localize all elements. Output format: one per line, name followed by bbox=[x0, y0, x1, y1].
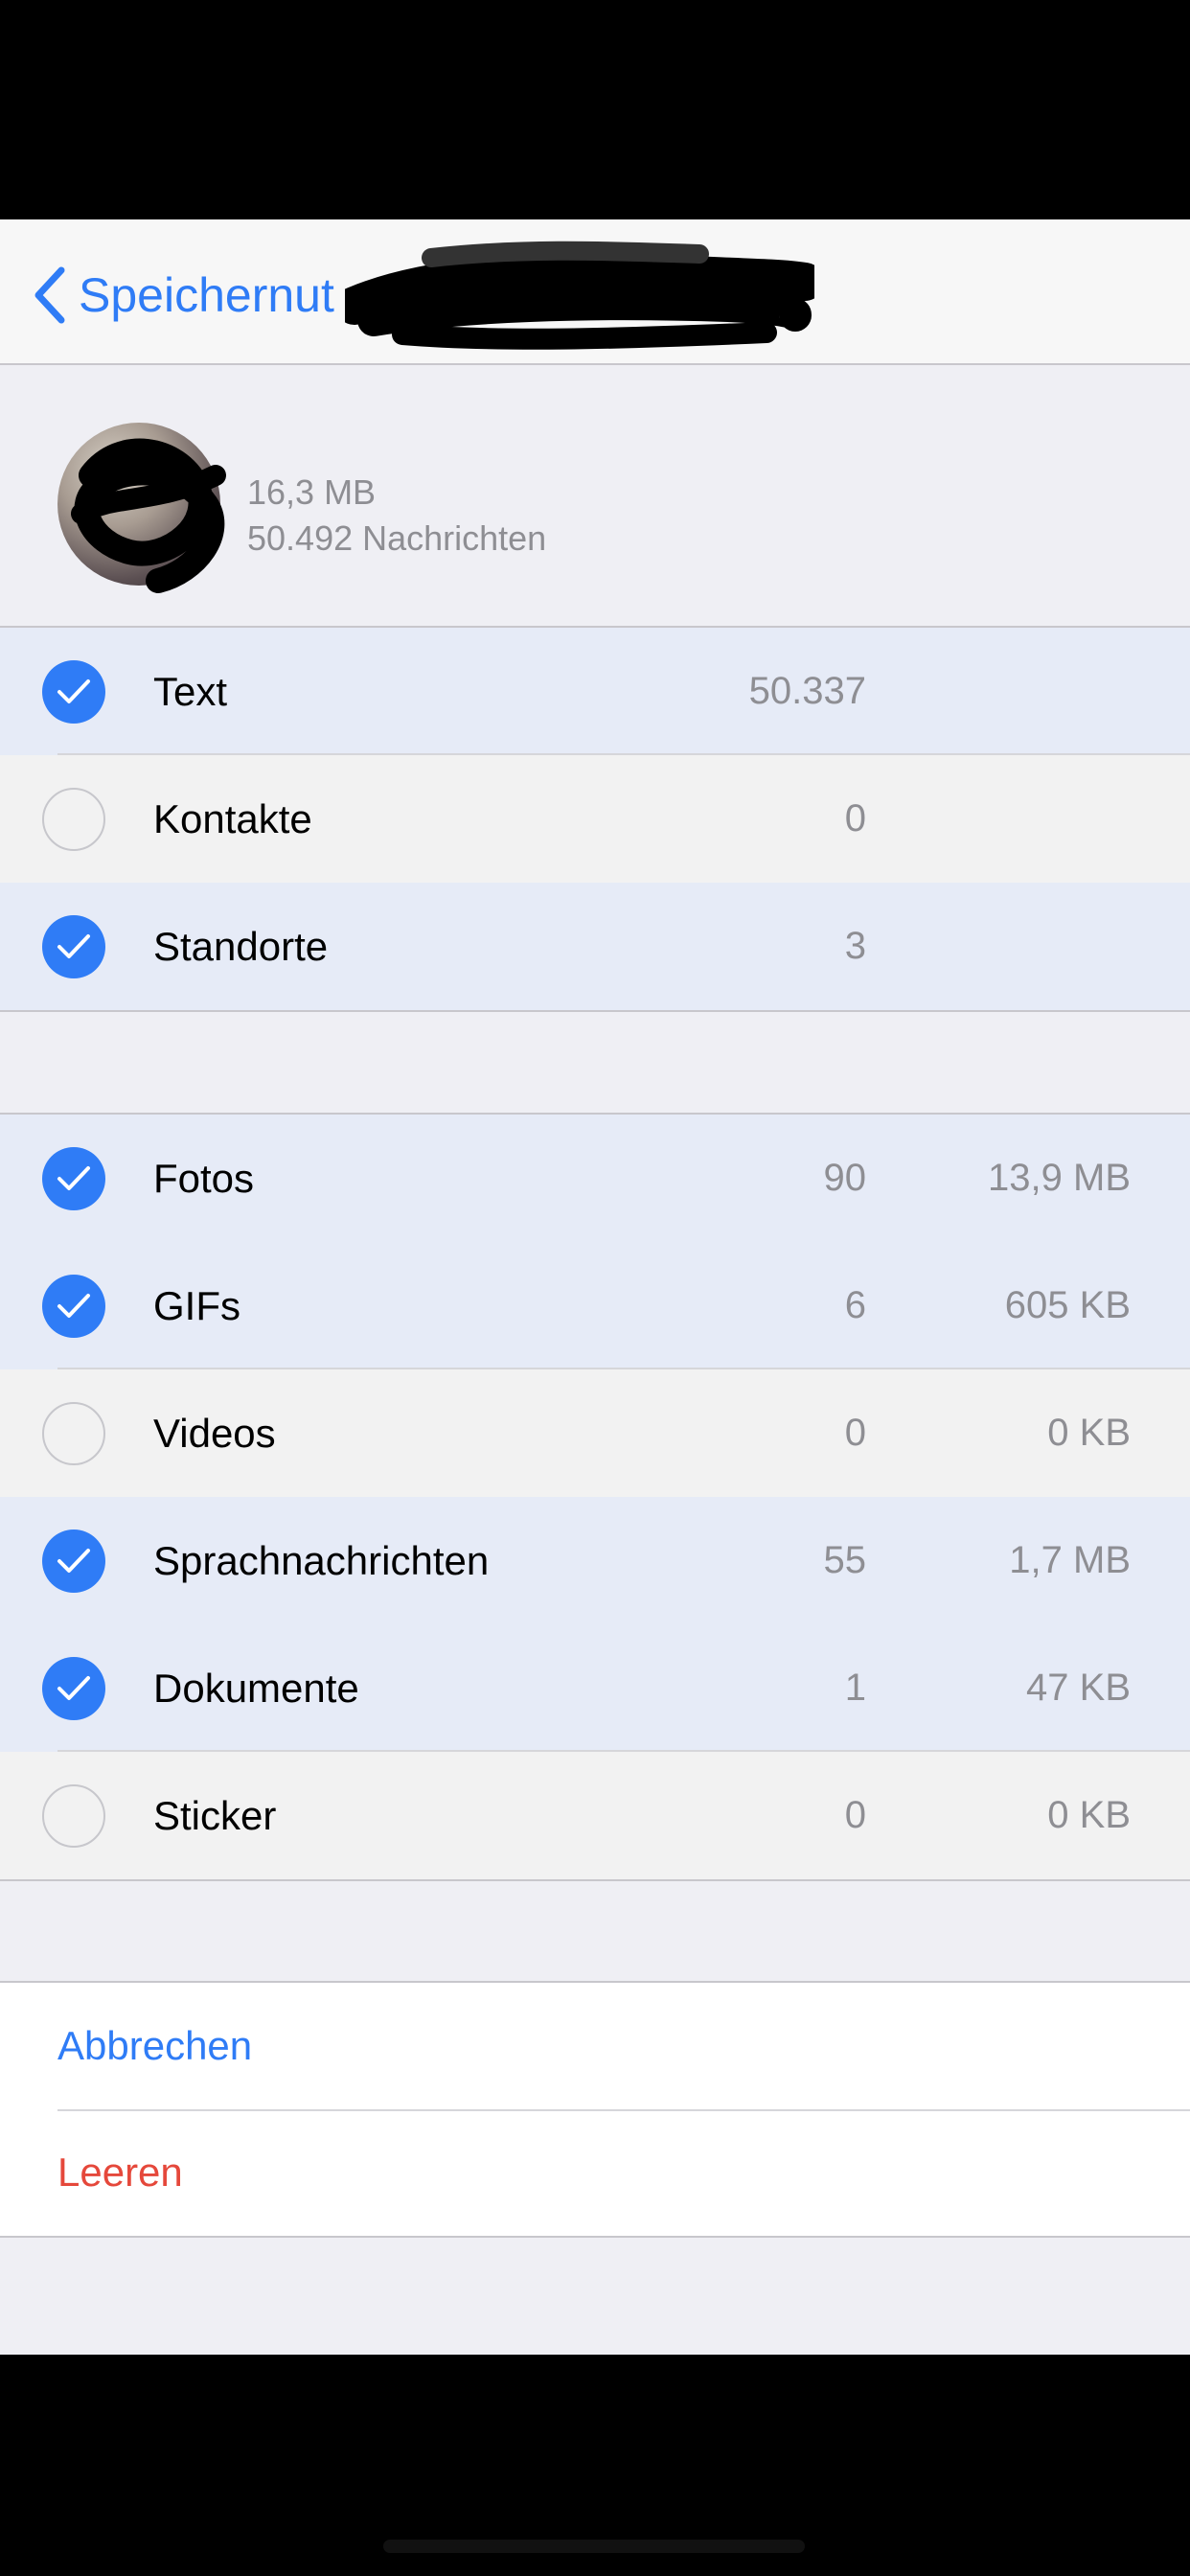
category-count: 0 bbox=[844, 1794, 866, 1836]
screen: Speichernut 16,3 MB 50.492 Nachrichten T… bbox=[0, 0, 1190, 2576]
category-label: Sticker bbox=[153, 1793, 277, 1838]
clear-button[interactable]: Leeren bbox=[0, 2109, 1190, 2236]
category-row-videos[interactable]: Videos 0 0 KB bbox=[0, 1369, 1190, 1497]
category-size: 605 KB bbox=[1004, 1284, 1131, 1326]
cancel-button[interactable]: Abbrechen bbox=[0, 1983, 1190, 2109]
empty-circle-icon[interactable] bbox=[42, 1784, 105, 1848]
category-size: 47 KB bbox=[1026, 1667, 1131, 1709]
category-count: 55 bbox=[823, 1539, 867, 1581]
category-row-standorte[interactable]: Standorte 3 bbox=[0, 883, 1190, 1010]
back-button[interactable]: Speichernut bbox=[33, 262, 334, 329]
category-size: 1,7 MB bbox=[1009, 1539, 1131, 1581]
checkmark-icon[interactable] bbox=[42, 660, 105, 724]
category-size: 0 KB bbox=[1047, 1412, 1131, 1454]
category-label: Sprachnachrichten bbox=[153, 1538, 490, 1583]
category-label: Standorte bbox=[153, 924, 329, 969]
storage-detail-page: Speichernut 16,3 MB 50.492 Nachrichten T… bbox=[0, 219, 1190, 2355]
checkmark-icon[interactable] bbox=[42, 1147, 105, 1210]
category-row-dokumente[interactable]: Dokumente 1 47 KB bbox=[0, 1624, 1190, 1752]
empty-circle-icon[interactable] bbox=[42, 788, 105, 851]
chat-message-count: 50.492 Nachrichten bbox=[247, 518, 547, 558]
message-types-group: Text 50.337 Kontakte 0 Standorte 3 bbox=[0, 626, 1190, 1012]
checkmark-icon[interactable] bbox=[42, 915, 105, 978]
chevron-left-icon bbox=[33, 266, 65, 324]
checkmark-icon[interactable] bbox=[42, 1657, 105, 1720]
category-row-gifs[interactable]: GIFs 6 605 KB bbox=[0, 1242, 1190, 1369]
empty-circle-icon[interactable] bbox=[42, 1402, 105, 1465]
category-count: 3 bbox=[844, 925, 866, 967]
category-row-fotos[interactable]: Fotos 90 13,9 MB bbox=[0, 1115, 1190, 1242]
navigation-bar: Speichernut bbox=[0, 219, 1190, 365]
home-indicator[interactable] bbox=[383, 2540, 805, 2553]
checkmark-icon[interactable] bbox=[42, 1275, 105, 1338]
media-types-group: Fotos 90 13,9 MB GIFs 6 605 KB Videos 0 … bbox=[0, 1113, 1190, 1881]
chat-summary-header: 16,3 MB 50.492 Nachrichten bbox=[0, 365, 1190, 626]
category-count: 6 bbox=[844, 1284, 866, 1326]
category-count: 50.337 bbox=[748, 670, 866, 712]
actions-group: Abbrechen Leeren bbox=[0, 1981, 1190, 2238]
category-count: 0 bbox=[844, 1412, 866, 1454]
category-label: Text bbox=[153, 669, 228, 714]
category-size: 13,9 MB bbox=[988, 1157, 1131, 1199]
category-row-kontakte[interactable]: Kontakte 0 bbox=[0, 755, 1190, 883]
checkmark-icon[interactable] bbox=[42, 1530, 105, 1593]
category-label: GIFs bbox=[153, 1283, 240, 1328]
category-row-sprachnachrichten[interactable]: Sprachnachrichten 55 1,7 MB bbox=[0, 1497, 1190, 1624]
chat-storage-size: 16,3 MB bbox=[247, 472, 377, 512]
category-row-text[interactable]: Text 50.337 bbox=[0, 628, 1190, 755]
category-size: 0 KB bbox=[1047, 1794, 1131, 1836]
category-row-sticker[interactable]: Sticker 0 0 KB bbox=[0, 1752, 1190, 1879]
category-label: Dokumente bbox=[153, 1666, 359, 1711]
category-count: 1 bbox=[844, 1667, 866, 1709]
category-label: Videos bbox=[153, 1411, 276, 1456]
category-count: 0 bbox=[844, 797, 866, 840]
redacted-title-scribble bbox=[345, 241, 814, 350]
category-label: Fotos bbox=[153, 1156, 255, 1201]
back-button-label: Speichernut bbox=[79, 268, 334, 322]
category-label: Kontakte bbox=[153, 796, 312, 841]
redacted-avatar-scribble bbox=[71, 438, 226, 593]
category-count: 90 bbox=[823, 1157, 867, 1199]
